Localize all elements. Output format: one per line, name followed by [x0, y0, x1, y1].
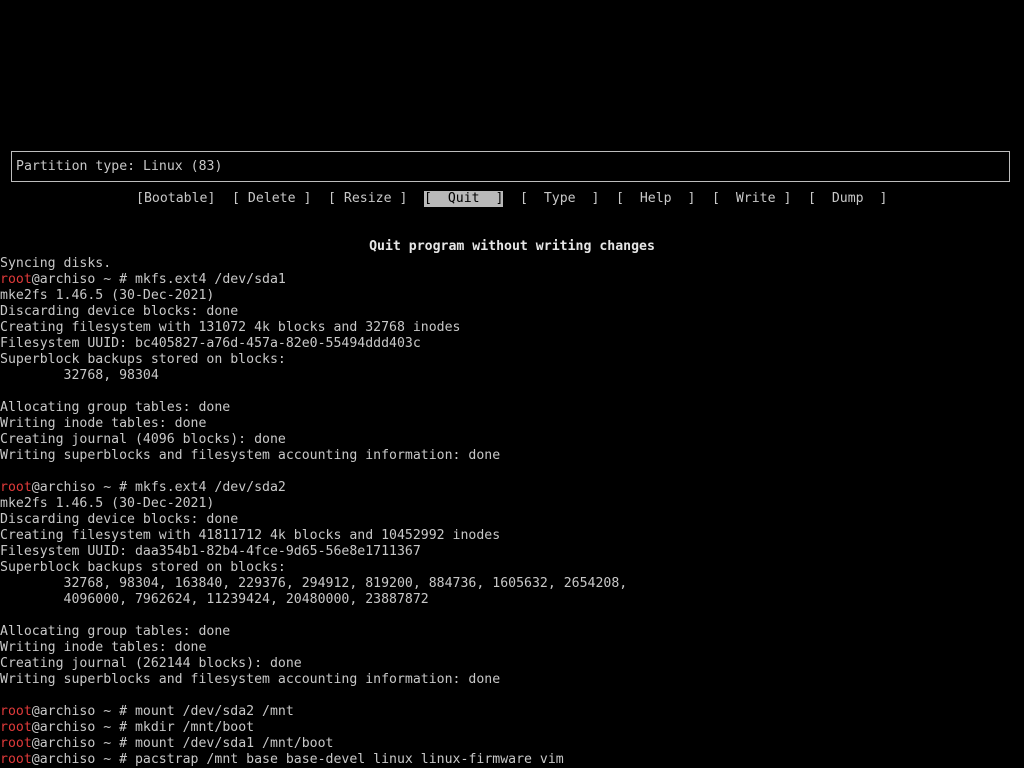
- menu-dump-button[interactable]: [ Dump ]: [808, 191, 887, 207]
- terminal-line: 32768, 98304: [0, 368, 1024, 384]
- terminal-line: Creating journal (262144 blocks): done: [0, 656, 1024, 672]
- terminal-text: Writing inode tables: done: [0, 640, 207, 655]
- terminal-text: Writing inode tables: done: [0, 416, 207, 431]
- prompt-user: root: [0, 272, 32, 287]
- partition-info-box: Partition type: Linux (83): [11, 151, 1010, 182]
- terminal-text: Creating journal (4096 blocks): done: [0, 432, 286, 447]
- menu-resize-button[interactable]: [ Resize ]: [328, 191, 407, 207]
- terminal-line: Writing superblocks and filesystem accou…: [0, 672, 1024, 688]
- prompt-command: @archiso ~ # mkfs.ext4 /dev/sda1: [31, 272, 286, 287]
- terminal-line: 32768, 98304, 163840, 229376, 294912, 81…: [0, 576, 1024, 592]
- terminal-line: root@archiso ~ # mount /dev/sda1 /mnt/bo…: [0, 736, 1024, 752]
- terminal-line: root@archiso ~ # pacstrap /mnt base base…: [0, 752, 1024, 768]
- terminal-text: Creating filesystem with 41811712 4k blo…: [0, 528, 501, 543]
- prompt-user: root: [0, 736, 32, 751]
- terminal-line: root@archiso ~ # mount /dev/sda2 /mnt: [0, 704, 1024, 720]
- terminal-line: root@archiso ~ # mkfs.ext4 /dev/sda1: [0, 272, 1024, 288]
- terminal-text: Writing superblocks and filesystem accou…: [0, 672, 501, 687]
- prompt-user: root: [0, 720, 32, 735]
- terminal-text: 32768, 98304: [0, 368, 159, 383]
- menu-quit-button[interactable]: [ Quit ]: [424, 191, 504, 207]
- terminal-text: Superblock backups stored on blocks:: [0, 352, 286, 367]
- terminal-text: mke2fs 1.46.5 (30-Dec-2021): [0, 496, 215, 511]
- menu-help-button[interactable]: [ Help ]: [616, 191, 695, 207]
- terminal-line: Writing inode tables: done: [0, 416, 1024, 432]
- terminal-output: Syncing disks. root@archiso ~ # mkfs.ext4…: [0, 256, 1024, 768]
- terminal-text: Filesystem UUID: bc405827-a76d-457a-82e0…: [0, 336, 421, 351]
- prompt-user: root: [0, 480, 32, 495]
- menu-write-button[interactable]: [ Write ]: [712, 191, 791, 207]
- terminal-text: Discarding device blocks: done: [0, 304, 239, 319]
- terminal-text: Syncing disks.: [0, 256, 112, 271]
- terminal-line: Filesystem UUID: daa354b1-82b4-4fce-9d65…: [0, 544, 1024, 560]
- terminal-line: Creating filesystem with 41811712 4k blo…: [0, 528, 1024, 544]
- terminal-line: Superblock backups stored on blocks:: [0, 560, 1024, 576]
- terminal-text: Discarding device blocks: done: [0, 512, 239, 527]
- terminal-line: mke2fs 1.46.5 (30-Dec-2021): [0, 496, 1024, 512]
- terminal-text: Allocating group tables: done: [0, 400, 231, 415]
- terminal-text: Allocating group tables: done: [0, 624, 231, 639]
- terminal-line: Writing inode tables: done: [0, 640, 1024, 656]
- terminal-text: Creating filesystem with 131072 4k block…: [0, 320, 461, 335]
- terminal-text: 4096000, 7962624, 11239424, 20480000, 23…: [0, 592, 429, 607]
- terminal-text: mke2fs 1.46.5 (30-Dec-2021): [0, 288, 215, 303]
- terminal-line: Syncing disks.: [0, 256, 1024, 272]
- prompt-command: @archiso ~ # mkdir /mnt/boot: [31, 720, 255, 735]
- terminal-line: mke2fs 1.46.5 (30-Dec-2021): [0, 288, 1024, 304]
- terminal-line: Discarding device blocks: done: [0, 304, 1024, 320]
- prompt-user: root: [0, 704, 32, 719]
- terminal-line: Creating journal (4096 blocks): done: [0, 432, 1024, 448]
- terminal-line: Discarding device blocks: done: [0, 512, 1024, 528]
- terminal-line: Allocating group tables: done: [0, 624, 1024, 640]
- terminal-line: Superblock backups stored on blocks:: [0, 352, 1024, 368]
- terminal-line: root@archiso ~ # mkfs.ext4 /dev/sda2: [0, 480, 1024, 496]
- prompt-user: root: [0, 752, 32, 767]
- menu-type-button[interactable]: [ Type ]: [520, 191, 599, 207]
- terminal-text: Superblock backups stored on blocks:: [0, 560, 286, 575]
- terminal-line: Filesystem UUID: bc405827-a76d-457a-82e0…: [0, 336, 1024, 352]
- terminal-line: root@archiso ~ # mkdir /mnt/boot: [0, 720, 1024, 736]
- terminal-text: 32768, 98304, 163840, 229376, 294912, 81…: [0, 576, 628, 591]
- prompt-command: @archiso ~ # mount /dev/sda1 /mnt/boot: [31, 736, 334, 751]
- terminal-text: Filesystem UUID: daa354b1-82b4-4fce-9d65…: [0, 544, 421, 559]
- terminal-text: Creating journal (262144 blocks): done: [0, 656, 302, 671]
- prompt-command: @archiso ~ # pacstrap /mnt base base-dev…: [31, 752, 564, 767]
- menu-hint-text: Quit program without writing changes: [369, 239, 655, 254]
- menu-bootable-button[interactable]: [Bootable]: [136, 191, 215, 207]
- terminal-text: Writing superblocks and filesystem accou…: [0, 448, 501, 463]
- terminal-line: Creating filesystem with 131072 4k block…: [0, 320, 1024, 336]
- prompt-command: @archiso ~ # mkfs.ext4 /dev/sda2: [31, 480, 286, 495]
- terminal-line: Allocating group tables: done: [0, 400, 1024, 416]
- menu-delete-button[interactable]: [ Delete ]: [232, 191, 311, 207]
- prompt-command: @archiso ~ # mount /dev/sda2 /mnt: [31, 704, 294, 719]
- terminal-line: 4096000, 7962624, 11239424, 20480000, 23…: [0, 592, 1024, 608]
- partition-type-text: Partition type: Linux (83): [16, 159, 223, 174]
- terminal-line: Writing superblocks and filesystem accou…: [0, 448, 1024, 464]
